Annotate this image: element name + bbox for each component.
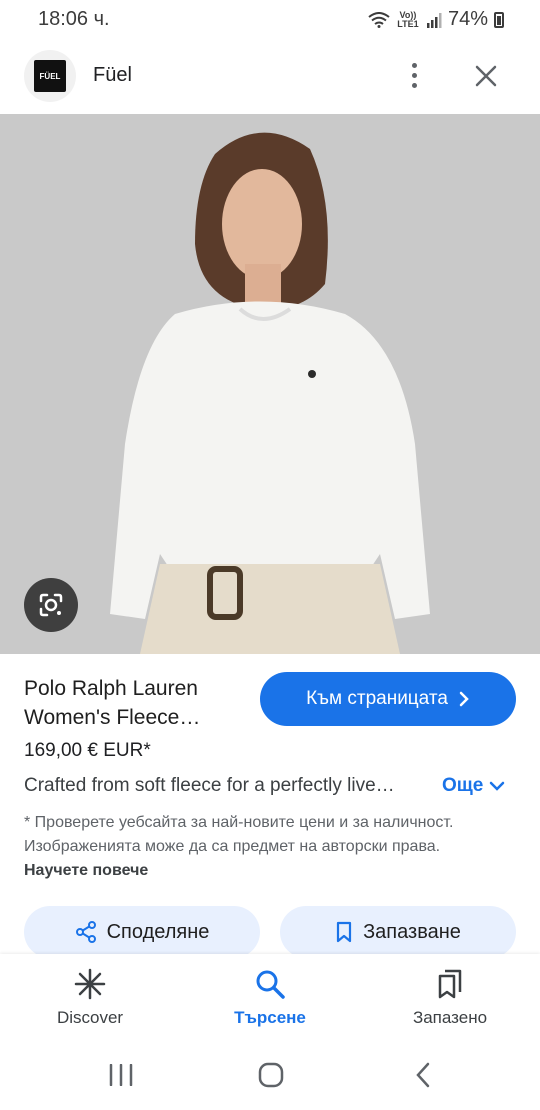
battery-icon	[494, 11, 504, 28]
search-icon	[256, 970, 285, 999]
visit-page-button[interactable]: Към страницата	[260, 672, 516, 726]
chevron-down-icon	[490, 781, 505, 791]
product-photo	[0, 114, 540, 654]
nav-label-discover: Discover	[56, 1008, 124, 1027]
google-lens-button[interactable]	[24, 578, 78, 632]
status-bar: 18:06 ч. Vo)) LTE1 74%	[0, 0, 540, 38]
home-icon	[258, 1062, 284, 1088]
source-header: FÜEL Füel	[0, 44, 540, 106]
dot-icon	[411, 82, 417, 88]
asterisk-icon	[74, 968, 106, 1000]
more-button[interactable]: Още	[442, 775, 505, 797]
product-description: Crafted from soft fleece for a perfectly…	[24, 775, 395, 796]
wifi-icon	[368, 11, 390, 28]
visit-page-label: Към страницата	[306, 688, 448, 709]
share-icon	[75, 921, 96, 943]
chevron-right-icon	[459, 691, 469, 707]
disclaimer: * Проверете уебсайта за най-новите цени …	[24, 811, 494, 883]
nav-label-saved: Запазено	[412, 1008, 488, 1027]
battery-percent: 74%	[447, 8, 488, 30]
recent-apps-icon	[109, 1064, 133, 1086]
dot-icon	[411, 72, 417, 78]
nav-item-saved[interactable]: Запазено	[360, 954, 540, 1040]
nav-item-search[interactable]: Търсене	[180, 954, 360, 1040]
site-logo[interactable]: FÜEL	[24, 50, 76, 102]
save-label: Запазване	[363, 920, 461, 943]
close-button[interactable]	[468, 58, 504, 94]
bookmark-icon	[336, 921, 352, 943]
share-label: Споделяне	[106, 920, 210, 943]
save-button[interactable]: Запазване	[280, 906, 516, 958]
product-title: Polo Ralph Lauren Women's Fleece…	[24, 677, 201, 729]
network-label: Vo)) LTE1	[397, 9, 419, 29]
product-image[interactable]	[0, 114, 540, 654]
site-logo-text: FÜEL	[34, 60, 66, 92]
back-icon	[416, 1062, 430, 1088]
share-button[interactable]: Споделяне	[24, 906, 260, 958]
system-navigation-bar	[0, 1040, 540, 1110]
site-name[interactable]: Füel	[93, 64, 132, 87]
more-label: Още	[442, 775, 484, 796]
dot-icon	[411, 62, 417, 68]
status-time: 18:06 ч.	[38, 8, 110, 30]
recent-apps-button[interactable]	[106, 1060, 136, 1090]
home-button[interactable]	[256, 1060, 286, 1090]
lens-icon	[39, 593, 63, 617]
product-price: 169,00 € EUR*	[24, 740, 151, 761]
bookmarks-icon	[438, 969, 462, 999]
bottom-navigation: Discover Търсене Запазено	[0, 954, 540, 1040]
back-button[interactable]	[408, 1060, 438, 1090]
learn-more-link[interactable]: Научете повече	[24, 862, 148, 879]
status-icons: Vo)) LTE1 74%	[368, 8, 504, 31]
nav-item-discover[interactable]: Discover	[0, 954, 180, 1040]
nav-label-search: Търсене	[234, 1008, 306, 1027]
more-options-button[interactable]	[398, 58, 430, 92]
disclaimer-text: * Проверете уебсайта за най-новите цени …	[24, 814, 454, 855]
signal-icon	[426, 12, 442, 28]
